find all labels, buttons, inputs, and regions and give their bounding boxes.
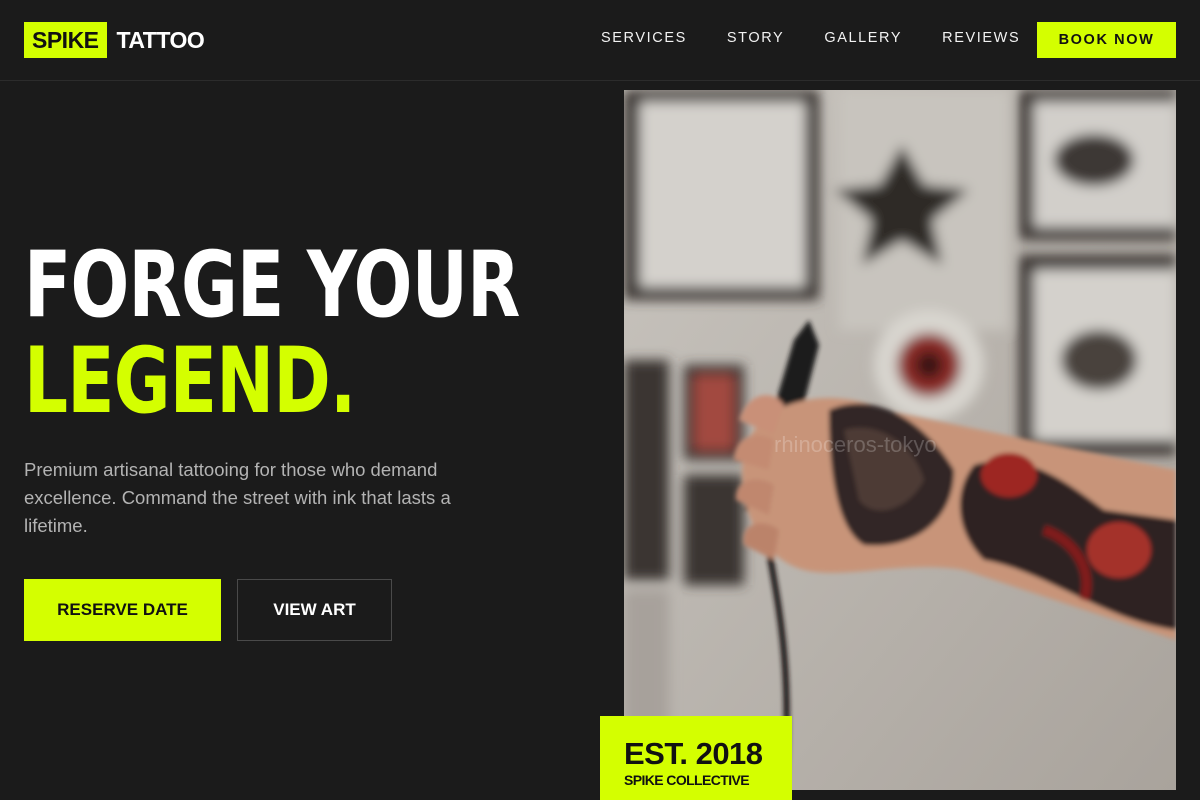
logo-name: TATTOO bbox=[116, 26, 205, 53]
nav-link-gallery[interactable]: GALLERY bbox=[824, 30, 902, 46]
book-now-button[interactable]: BOOK NOW bbox=[1037, 22, 1176, 58]
hero-description: Premium artisanal tattooing for those wh… bbox=[24, 459, 451, 536]
est-year: EST. 2018 bbox=[624, 736, 763, 771]
hero-title-line2: LEGEND. bbox=[24, 329, 356, 434]
main-nav: SERVICES STORY GALLERY REVIEWS bbox=[601, 29, 1020, 47]
view-art-button[interactable]: VIEW ART bbox=[237, 579, 392, 641]
established-badge: EST. 2018 SPIKE COLLECTIVE bbox=[600, 716, 792, 800]
nav-link-story[interactable]: STORY bbox=[727, 30, 784, 46]
hero-photo: rhinoceros-tokyo bbox=[624, 90, 1176, 790]
est-subtitle: SPIKE COLLECTIVE bbox=[624, 772, 750, 788]
logo-badge: SPIKE bbox=[24, 22, 107, 58]
reserve-date-button[interactable]: RESERVE DATE bbox=[24, 579, 221, 641]
logo[interactable]: SPIKE TATTOO bbox=[24, 22, 205, 58]
hero-title: FORGE YOUR LEGEND. bbox=[24, 238, 520, 430]
hero-title-line1: FORGE YOUR bbox=[24, 233, 520, 338]
svg-text:rhinoceros-tokyo: rhinoceros-tokyo bbox=[774, 432, 937, 457]
nav-link-services[interactable]: SERVICES bbox=[601, 30, 687, 46]
nav-link-reviews[interactable]: REVIEWS bbox=[942, 30, 1020, 46]
site-header: SPIKE TATTOO SERVICES STORY GALLERY REVI… bbox=[0, 0, 1200, 81]
